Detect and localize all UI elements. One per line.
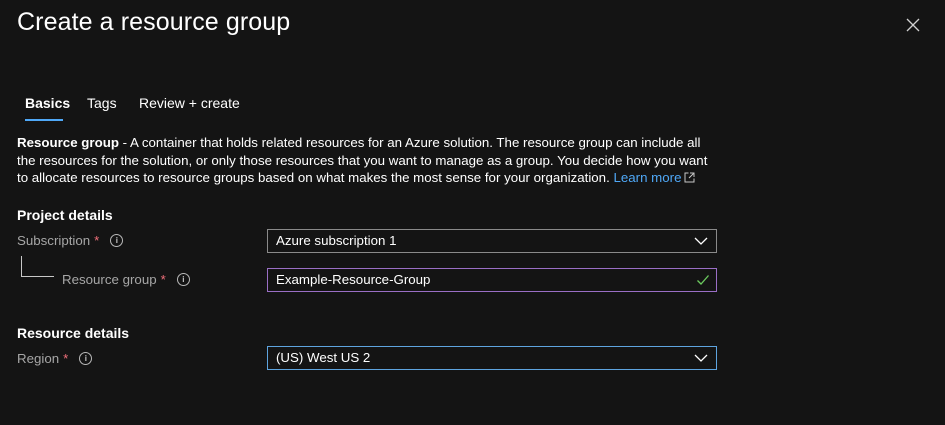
resource-group-value: Example-Resource-Group [276, 272, 431, 287]
region-label-text: Region [17, 351, 60, 366]
tab-tags[interactable]: Tags [87, 95, 117, 111]
required-marker: * [160, 272, 166, 287]
learn-more-label: Learn more [613, 170, 682, 185]
resource-group-description: Resource group - A container that holds … [17, 134, 717, 187]
region-value: (US) West US 2 [276, 350, 371, 365]
description-text: - A container that holds related resourc… [17, 135, 708, 185]
chevron-down-icon [694, 354, 708, 362]
resource-group-label-text: Resource group [62, 272, 157, 287]
subscription-label: Subscription * i [17, 233, 124, 248]
subscription-value: Azure subscription 1 [276, 233, 397, 248]
region-dropdown[interactable]: (US) West US 2 [267, 346, 717, 370]
checkmark-icon [697, 275, 709, 285]
resource-details-heading: Resource details [17, 325, 130, 341]
chevron-down-icon [694, 237, 708, 245]
info-icon[interactable]: i [110, 234, 124, 247]
page-title: Create a resource group [17, 8, 291, 36]
active-tab-indicator [25, 119, 63, 121]
required-marker: * [63, 351, 69, 366]
hierarchy-connector [21, 256, 54, 277]
region-label: Region * i [17, 351, 93, 366]
tab-basics[interactable]: Basics [25, 95, 70, 111]
info-icon[interactable]: i [176, 273, 190, 286]
resource-group-input[interactable]: Example-Resource-Group [267, 268, 717, 292]
project-details-heading: Project details [17, 207, 113, 223]
external-link-icon [684, 172, 695, 183]
tab-review-create[interactable]: Review + create [139, 95, 240, 111]
close-icon[interactable] [903, 15, 923, 35]
info-icon[interactable]: i [79, 352, 93, 365]
description-term: Resource group [17, 135, 119, 150]
subscription-label-text: Subscription [17, 233, 91, 248]
learn-more-link[interactable]: Learn more [613, 170, 695, 185]
required-marker: * [94, 233, 100, 248]
subscription-dropdown[interactable]: Azure subscription 1 [267, 229, 717, 253]
resource-group-label: Resource group * i [62, 272, 190, 287]
